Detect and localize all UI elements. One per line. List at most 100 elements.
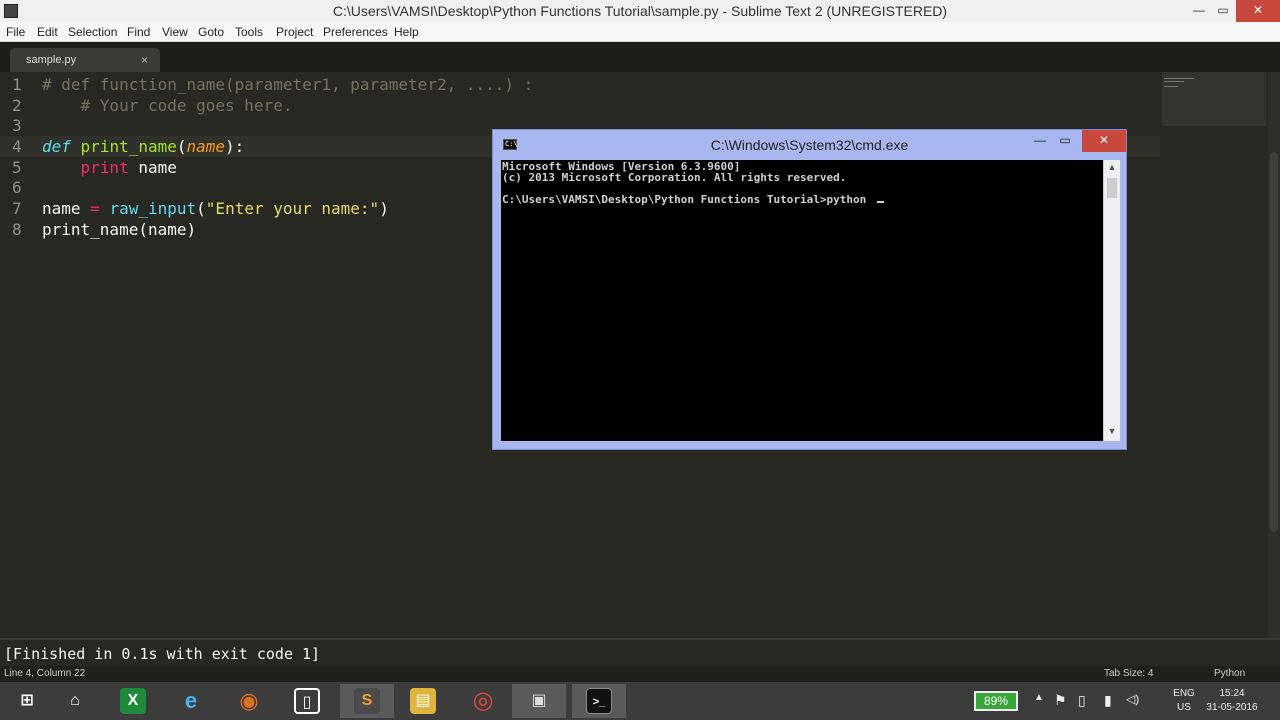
- menu-edit[interactable]: Edit: [37, 25, 58, 39]
- clock-time: 15:24: [1219, 688, 1245, 699]
- status-bar: Line 4, Column 22 Tab Size: 4 Python: [0, 666, 1280, 682]
- internet-explorer-icon: e: [184, 688, 198, 713]
- variable-name: name: [42, 199, 81, 218]
- cmd-console[interactable]: Microsoft Windows [Version 6.3.9600] (c)…: [501, 160, 1103, 441]
- window-titlebar: C:\Users\VAMSI\Desktop\Python Functions …: [0, 0, 1280, 22]
- window-app-icon: ▣: [531, 692, 547, 709]
- region-code: US: [1177, 702, 1191, 713]
- line-number: 8: [12, 220, 22, 239]
- scrollbar-thumb[interactable]: [1270, 152, 1278, 532]
- line-number: 7: [12, 199, 22, 218]
- tab-label: sample.py: [26, 54, 77, 66]
- tab-bar: sample.py ×: [0, 42, 1280, 72]
- cmd-minimize-button[interactable]: —: [1027, 130, 1053, 152]
- menu-find[interactable]: Find: [127, 25, 150, 39]
- excel-icon: X: [120, 688, 146, 714]
- line-number: 1: [12, 75, 22, 94]
- menu-selection[interactable]: Selection: [68, 25, 117, 39]
- cmd-titlebar[interactable]: C:\ C:\Windows\System32\cmd.exe — ▭ ✕: [493, 130, 1126, 160]
- app-icon: ▯: [294, 688, 320, 714]
- console-line: (c) 2013 Microsoft Corporation. All righ…: [502, 171, 847, 184]
- cmd-close-button[interactable]: ✕: [1082, 130, 1126, 152]
- taskbar-app[interactable]: ▯: [280, 684, 334, 718]
- window-title: C:\Users\VAMSI\Desktop\Python Functions …: [332, 3, 948, 19]
- cmd-scrollbar-thumb[interactable]: [1107, 178, 1117, 198]
- code-line-5: print name: [42, 158, 177, 177]
- paren-close: ): [379, 199, 389, 218]
- cmd-scrollbar[interactable]: ▲ ▼: [1103, 160, 1120, 441]
- menu-help[interactable]: Help: [394, 25, 419, 39]
- taskbar-cmd[interactable]: >_: [572, 684, 626, 718]
- editor-scrollbar[interactable]: [1268, 72, 1280, 638]
- tab-close-icon[interactable]: ×: [141, 53, 148, 67]
- console-prompt-line: C:\Users\VAMSI\Desktop\Python Functions …: [502, 193, 884, 206]
- scroll-down-arrow-icon[interactable]: ▼: [1104, 426, 1120, 436]
- maximize-button[interactable]: ▭: [1208, 0, 1238, 22]
- minimap-line: [1164, 86, 1178, 87]
- clock-date: 31-05-2016: [1206, 702, 1258, 713]
- cmd-window[interactable]: C:\ C:\Windows\System32\cmd.exe — ▭ ✕ Mi…: [492, 129, 1127, 450]
- tab-sample-py[interactable]: sample.py ×: [10, 48, 160, 72]
- taskbar-chrome[interactable]: ◎: [456, 684, 510, 718]
- print-argument: name: [138, 158, 177, 177]
- close-button[interactable]: ✕: [1236, 0, 1280, 22]
- minimap-line: [1164, 78, 1194, 79]
- cursor-position: Line 4, Column 22: [4, 668, 86, 679]
- file-explorer-icon: ▤: [410, 688, 436, 714]
- taskbar-sublime-text[interactable]: S: [340, 684, 394, 718]
- line-number-gutter: 1 2 3 4 5 6 7 8: [0, 72, 36, 638]
- line-number: 5: [12, 158, 22, 177]
- language-indicator[interactable]: ENG US: [1172, 687, 1196, 715]
- windows-taskbar: ⊞ ⌂ X e ◉ ▯ S ▤ ◎ ▣ >_ 89% ▲ ⚑ ▯ ▮ ◁) EN…: [0, 682, 1280, 720]
- function-name: print_name: [80, 137, 177, 156]
- taskbar-file-explorer[interactable]: ▤: [396, 684, 450, 718]
- menu-tools[interactable]: Tools: [235, 25, 263, 39]
- minimap-line: [1164, 81, 1184, 82]
- taskbar-window-app[interactable]: ▣: [512, 684, 566, 718]
- windows-logo-icon: ⊞: [20, 692, 34, 709]
- minimap[interactable]: [1162, 72, 1266, 126]
- code-line-2: # Your code goes here.: [42, 96, 293, 115]
- system-clock[interactable]: 15:24 31-05-2016: [1204, 687, 1260, 715]
- firefox-icon: ◉: [239, 688, 259, 713]
- taskbar-excel[interactable]: X: [106, 684, 160, 718]
- battery-indicator[interactable]: 89%: [974, 691, 1018, 711]
- syntax-indicator[interactable]: Python: [1214, 668, 1245, 679]
- language-code: ENG: [1173, 688, 1195, 699]
- paren-open: (: [176, 137, 187, 156]
- keyword-def: def: [42, 137, 71, 156]
- menu-view[interactable]: View: [162, 25, 188, 39]
- device-icon[interactable]: ▯: [1078, 692, 1086, 709]
- keyword-print: print: [80, 158, 129, 177]
- menu-file[interactable]: File: [6, 25, 25, 39]
- build-output-panel[interactable]: [Finished in 0.1s with exit code 1]: [0, 638, 1280, 666]
- tab-size-indicator[interactable]: Tab Size: 4: [1104, 668, 1153, 679]
- line-number: 3: [12, 116, 22, 135]
- code-line-4: def print_name(name):: [42, 137, 244, 156]
- paren-open: (: [196, 199, 206, 218]
- power-icon[interactable]: ▮: [1104, 692, 1112, 709]
- menu-preferences[interactable]: Preferences: [323, 25, 388, 39]
- line-number: 4: [12, 137, 22, 156]
- start-button[interactable]: ⊞: [0, 684, 54, 718]
- paren-close: ):: [225, 137, 245, 156]
- taskbar-internet-explorer[interactable]: e: [164, 684, 218, 718]
- parameter-name: name: [186, 137, 226, 156]
- network-icon[interactable]: ◁): [1126, 692, 1139, 706]
- builtin-raw-input: raw_input: [109, 199, 197, 218]
- taskbar-home[interactable]: ⌂: [48, 684, 102, 718]
- console-prompt: C:\Users\VAMSI\Desktop\Python Functions …: [502, 193, 873, 206]
- show-hidden-icons-icon[interactable]: ▲: [1034, 692, 1044, 703]
- action-center-flag-icon[interactable]: ⚑: [1054, 692, 1067, 709]
- build-output-text: [Finished in 0.1s with exit code 1]: [4, 645, 321, 663]
- cmd-icon: >_: [586, 688, 612, 714]
- cmd-maximize-button[interactable]: ▭: [1052, 130, 1078, 152]
- menu-goto[interactable]: Goto: [198, 25, 224, 39]
- taskbar-firefox[interactable]: ◉: [222, 684, 276, 718]
- sublime-text-icon: S: [354, 688, 380, 714]
- scroll-up-arrow-icon[interactable]: ▲: [1104, 162, 1120, 172]
- menu-bar: File Edit Selection Find View Goto Tools…: [0, 22, 1280, 42]
- line-number: 2: [12, 96, 22, 115]
- code-line-8: print_name(name): [42, 220, 197, 239]
- menu-project[interactable]: Project: [276, 25, 313, 39]
